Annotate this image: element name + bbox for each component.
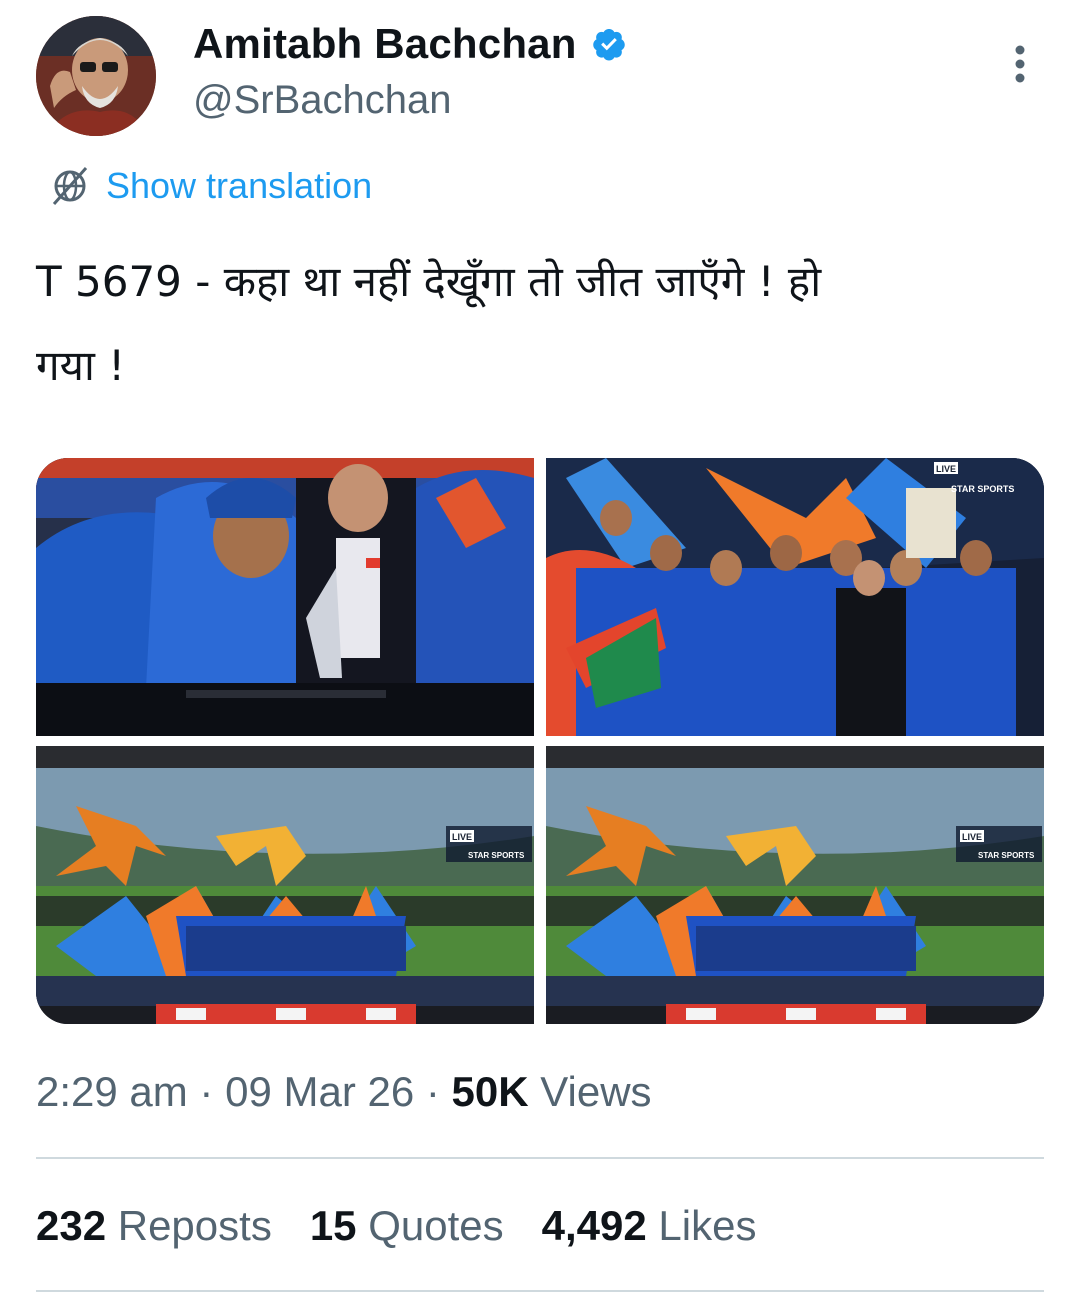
- photo-stage-wide-2: LIVE STAR SPORTS: [546, 746, 1044, 1024]
- tweet-photo-3[interactable]: LIVE STAR SPORTS: [36, 746, 534, 1024]
- author-name[interactable]: Amitabh Bachchan: [193, 20, 577, 68]
- reposts-count: 232: [36, 1202, 107, 1249]
- tweet-text-line-2: गया !: [36, 341, 126, 390]
- tweet-text-line-1: T 5679 - कहा था नहीं देखूँगा तो जीत जाएँ…: [36, 257, 822, 306]
- reposts-label: Reposts: [106, 1202, 272, 1249]
- tweet-text: T 5679 - कहा था नहीं देखूँगा तो जीत जाएँ…: [36, 240, 1036, 408]
- photo-4-live-badge: LIVE: [962, 832, 982, 842]
- photo-trophy-presentation: [36, 458, 534, 736]
- quotes-stat[interactable]: 15 Quotes: [310, 1202, 504, 1250]
- photo-2-live-badge: LIVE: [936, 464, 956, 474]
- avatar[interactable]: [36, 16, 156, 136]
- photo-3-channel-logo: STAR SPORTS: [468, 851, 525, 860]
- reposts-stat[interactable]: 232 Reposts: [36, 1202, 272, 1250]
- globe-slash-icon: [52, 167, 88, 205]
- views-label[interactable]: Views: [529, 1068, 651, 1115]
- avatar-image: [36, 16, 156, 136]
- show-translation-label: Show translation: [106, 165, 373, 206]
- photo-2-channel-logo: STAR SPORTS: [951, 484, 1014, 494]
- tweet-photo-4[interactable]: LIVE STAR SPORTS: [546, 746, 1044, 1024]
- photo-4-channel-logo: STAR SPORTS: [978, 851, 1035, 860]
- meta-separator-1: ·: [187, 1068, 226, 1115]
- likes-label: Likes: [646, 1202, 757, 1249]
- quotes-label: Quotes: [356, 1202, 504, 1249]
- photo-3-live-badge: LIVE: [452, 832, 472, 842]
- views-count[interactable]: 50K: [452, 1068, 529, 1115]
- quotes-count: 15: [309, 1202, 357, 1249]
- tweet-date[interactable]: 09 Mar 26: [225, 1068, 414, 1115]
- tweet-photo-1[interactable]: [36, 458, 534, 736]
- divider-top: [36, 1157, 1044, 1159]
- verified-badge-icon: [592, 29, 625, 61]
- divider-bottom: [36, 1290, 1044, 1292]
- tweet-photo-2[interactable]: LIVE STAR SPORTS: [546, 458, 1044, 736]
- author-name-row[interactable]: Amitabh Bachchan: [193, 20, 627, 68]
- tweet-meta: 2:29 am · 09 Mar 26 · 50K Views: [36, 1068, 652, 1116]
- photo-stage-wide: LIVE STAR SPORTS: [36, 746, 534, 1024]
- meta-separator-2: ·: [414, 1068, 452, 1115]
- more-options-icon[interactable]: [1010, 44, 1030, 84]
- engagement-stats: 232 Reposts 15 Quotes 4,492 Likes: [36, 1202, 794, 1250]
- photo-team-celebration: LIVE STAR SPORTS: [546, 458, 1044, 736]
- show-translation-link[interactable]: Show translation: [48, 164, 372, 208]
- likes-count: 4,492: [541, 1202, 647, 1249]
- tweet-time[interactable]: 2:29 am: [36, 1068, 188, 1115]
- author-handle[interactable]: @SrBachchan: [193, 78, 452, 123]
- likes-stat[interactable]: 4,492 Likes: [542, 1202, 757, 1250]
